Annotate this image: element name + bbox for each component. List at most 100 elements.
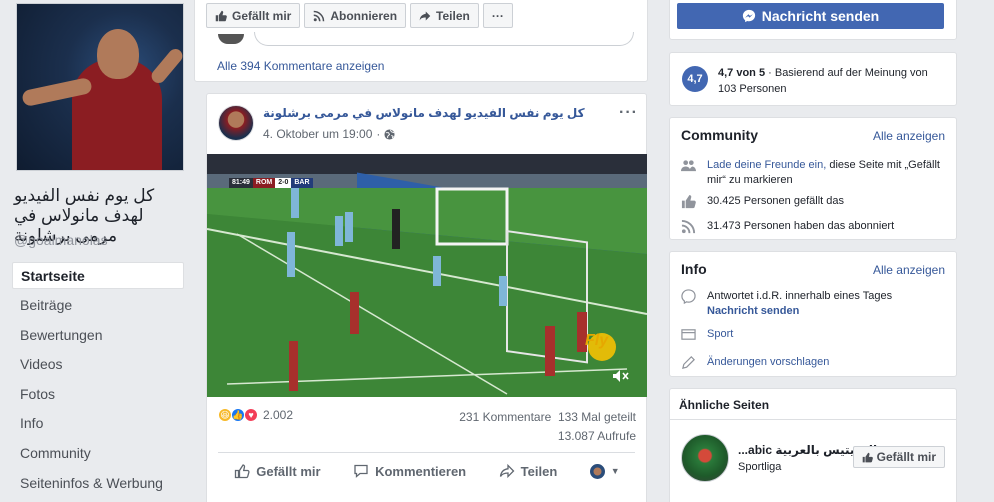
post-author-avatar[interactable] — [218, 105, 254, 141]
similar-page-category: Sportliga — [738, 461, 782, 473]
home-team: ROM — [252, 178, 276, 188]
send-message-label: Nachricht senden — [761, 8, 880, 24]
send-message-button[interactable]: Nachricht senden — [677, 3, 944, 29]
category-tag-icon — [681, 329, 696, 340]
match-score: 2-0 — [275, 178, 292, 188]
community-title: Community — [681, 127, 758, 143]
nav-item-page-transparency[interactable]: Seiteninfos & Werbung — [12, 469, 184, 499]
similar-page-avatar[interactable] — [681, 434, 729, 482]
page-likes-count[interactable]: 30.425 Personen gefällt das — [707, 194, 844, 209]
similar-pages-divider — [670, 419, 956, 420]
post-divider — [218, 452, 635, 453]
community-see-all-link[interactable]: Alle anzeigen — [873, 129, 945, 143]
page-followers-row: 31.473 Personen haben das abonniert — [681, 219, 894, 234]
similar-pages-title: Ähnliche Seiten — [679, 398, 770, 412]
pencil-icon — [682, 356, 695, 369]
info-card: Info Alle anzeigen Antwortet i.d.R. inne… — [669, 251, 957, 377]
rss-icon — [681, 219, 696, 234]
profile-picture-head — [97, 29, 139, 79]
match-time: 81:49 — [229, 178, 253, 188]
page-followers-count[interactable]: 31.473 Personen haben das abonniert — [707, 219, 894, 234]
post-share-button[interactable]: Teilen — [499, 463, 558, 479]
share-arrow-icon — [499, 463, 515, 479]
muted-volume-icon[interactable] — [611, 367, 629, 385]
response-time-text: Antwortet i.d.R. innerhalb eines Tages — [707, 290, 893, 302]
nav-item-videos[interactable]: Videos — [12, 350, 184, 380]
post-like-label: Gefällt mir — [256, 463, 321, 479]
rating-summary: 4,7 von 5 · Basierend auf der Meinung vo… — [718, 65, 946, 97]
similar-page-like-label: Gefällt mir — [876, 450, 936, 464]
post-comment-label: Kommentieren — [375, 463, 467, 479]
profile-picture[interactable] — [16, 3, 184, 171]
thumbs-up-icon — [215, 10, 227, 21]
people-icon — [681, 160, 696, 172]
nav-item-posts[interactable]: Beiträge — [12, 291, 184, 321]
post-date[interactable]: 4. Oktober um 19:00 — [263, 127, 372, 141]
rss-icon — [314, 10, 325, 21]
similar-page-like-button[interactable]: Gefällt mir — [852, 446, 945, 468]
suggest-edits-row: Änderungen vorschlagen — [681, 355, 829, 370]
info-title: Info — [681, 261, 707, 277]
comment-count[interactable]: 231 Kommentare — [459, 410, 551, 424]
reaction-summary[interactable]: 😆 👍 ♥ 2.002 — [218, 408, 293, 422]
invite-friends-row: Lade deine Freunde ein, diese Seite mit … — [681, 158, 941, 188]
page-nav: Startseite Beiträge Bewertungen Videos F… — [12, 262, 184, 498]
post-options-button[interactable]: ··· — [619, 104, 638, 122]
post-meta: 4. Oktober um 19:00 · — [263, 127, 395, 141]
follow-button[interactable]: Abonnieren — [304, 3, 407, 28]
post-action-bar: Gefällt mir Kommentieren Teilen ▼ — [218, 459, 636, 483]
invite-friends-link[interactable]: Lade deine Freunde ein, — [707, 159, 826, 171]
post-as-selector[interactable]: ▼ — [589, 463, 620, 479]
post-author-name[interactable]: كل يوم نفس الفيديو لهدف مانولاس في مرمى … — [263, 106, 585, 120]
audience-separator: · — [376, 127, 381, 141]
page-action-bar: Gefällt mir Abonnieren Teilen ··· — [206, 3, 513, 28]
thumbs-up-icon — [681, 194, 696, 209]
info-send-message-link[interactable]: Nachricht senden — [707, 305, 799, 317]
nav-item-photos[interactable]: Fotos — [12, 380, 184, 410]
post-comment-button[interactable]: Kommentieren — [353, 463, 466, 479]
info-see-all-link[interactable]: Alle anzeigen — [873, 263, 945, 277]
more-options-label: ··· — [491, 8, 504, 23]
away-team: BAR — [291, 178, 313, 188]
nav-item-home[interactable]: Startseite — [12, 262, 184, 289]
share-count[interactable]: 133 Mal geteilt — [558, 410, 636, 424]
nav-item-info[interactable]: Info — [12, 409, 184, 439]
follow-label: Abonnieren — [330, 8, 398, 23]
similar-pages-card: Ähnliche Seiten يال بيتيس بالعربية abic.… — [669, 388, 957, 502]
video-frame — [207, 154, 647, 397]
category-row: Sport — [681, 327, 733, 342]
scoreboard: 81:49 ROM 2-0 BAR — [229, 178, 313, 188]
like-page-button[interactable]: Gefällt mir — [206, 3, 301, 28]
thumbs-up-icon — [235, 464, 250, 479]
video-watermark: Fly — [585, 332, 609, 349]
rating-badge[interactable]: 4,7 — [682, 66, 708, 92]
share-page-label: Teilen — [436, 8, 470, 23]
messenger-icon — [742, 9, 755, 23]
reaction-count: 2.002 — [263, 408, 294, 422]
page-likes-row: 30.425 Personen gefällt das — [681, 194, 844, 209]
share-page-button[interactable]: Teilen — [410, 3, 479, 28]
rating-card: 4,7 4,7 von 5 · Basierend auf der Meinun… — [669, 52, 957, 106]
video-post: كل يوم نفس الفيديو لهدف مانولاس في مرمى … — [206, 93, 647, 502]
thumbs-up-icon — [862, 452, 873, 462]
more-options-button[interactable]: ··· — [482, 3, 513, 28]
love-reaction-icon: ♥ — [244, 408, 258, 422]
video-player[interactable]: 81:49 ROM 2-0 BAR Fly — [207, 154, 647, 397]
globe-icon[interactable] — [384, 128, 395, 140]
nav-item-community[interactable]: Community — [12, 439, 184, 469]
comment-input[interactable] — [254, 32, 634, 46]
view-count: 13.087 Aufrufe — [557, 429, 636, 443]
page-handle[interactable]: @goalmanolas — [14, 232, 108, 248]
share-arrow-icon — [419, 11, 431, 20]
chevron-down-icon: ▼ — [610, 466, 620, 476]
haha-reaction-icon: 😆 — [218, 408, 232, 422]
rating-value: 4,7 von 5 — [718, 67, 766, 79]
category-link[interactable]: Sport — [707, 327, 733, 342]
community-card: Community Alle anzeigen Lade deine Freun… — [669, 117, 957, 240]
post-share-label: Teilen — [520, 463, 558, 479]
post-like-button[interactable]: Gefällt mir — [234, 463, 321, 479]
nav-item-reviews[interactable]: Bewertungen — [12, 321, 184, 351]
response-time-row: Antwortet i.d.R. innerhalb eines Tages Na… — [681, 289, 892, 319]
suggest-edits-link[interactable]: Änderungen vorschlagen — [707, 355, 829, 370]
all-comments-link[interactable]: Alle 394 Kommentare anzeigen — [217, 59, 384, 73]
